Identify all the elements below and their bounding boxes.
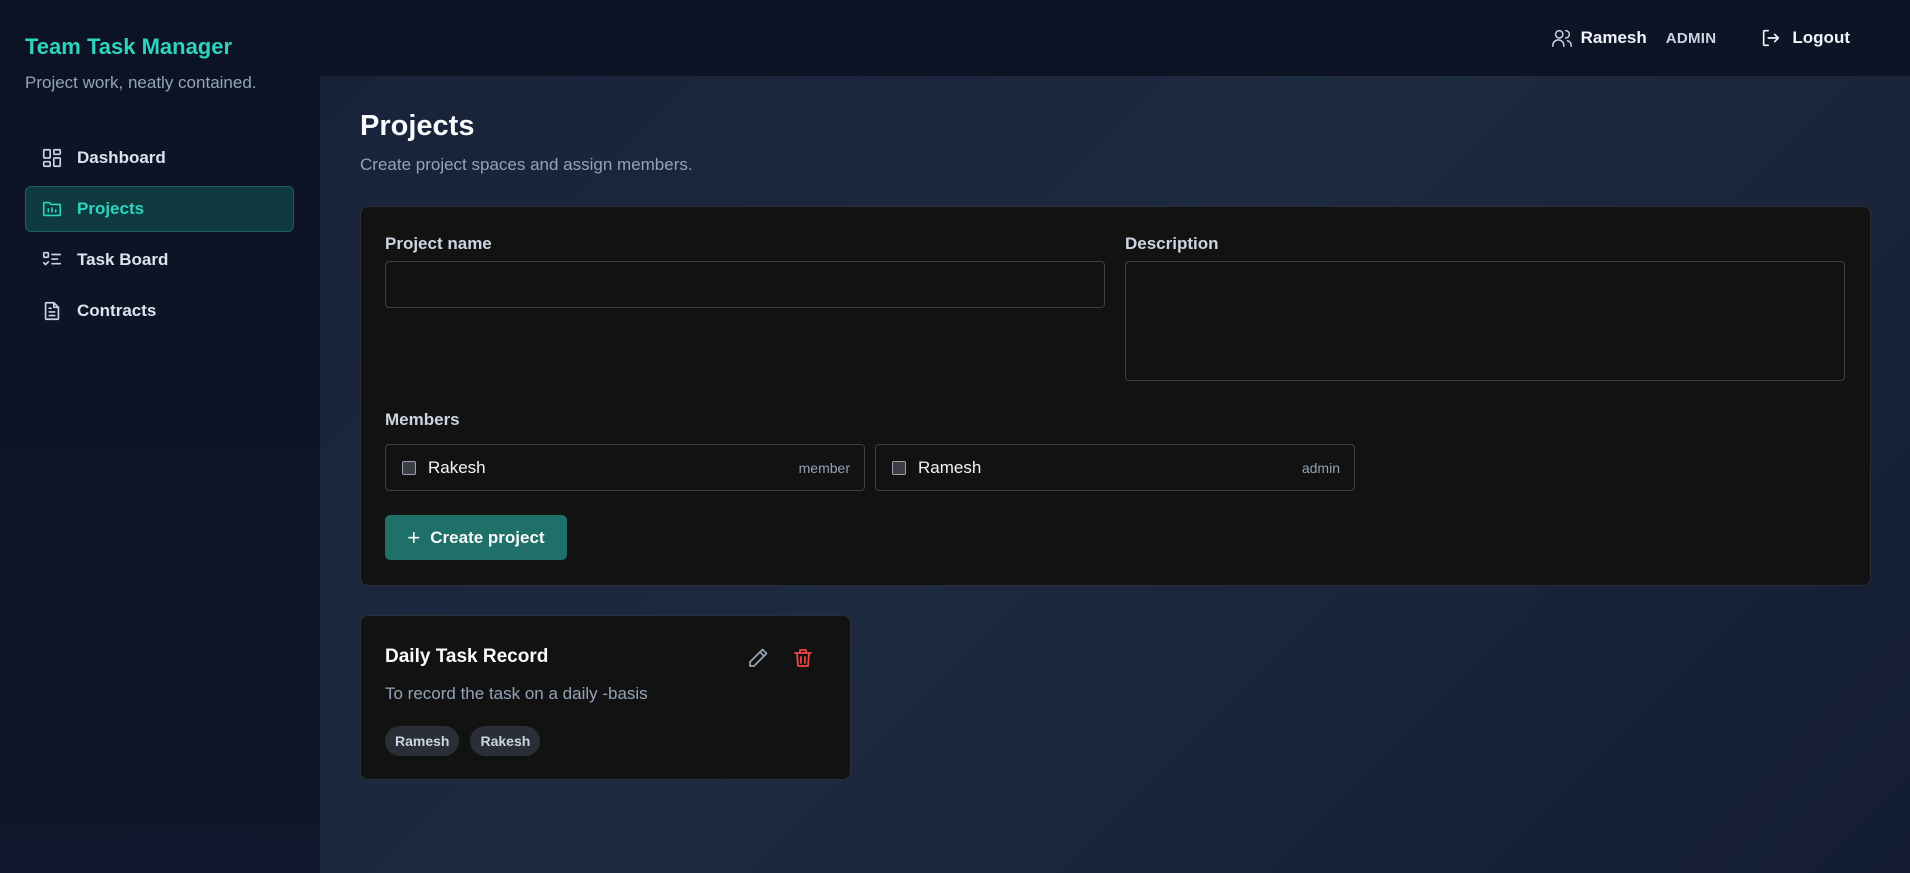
page-title: Projects	[360, 110, 475, 142]
app-subtitle: Project work, neatly contained.	[25, 73, 257, 92]
sidebar: Team Task Manager Project work, neatly c…	[0, 0, 320, 873]
create-project-button[interactable]: + Create project	[385, 515, 567, 560]
member-tag: Rakesh	[470, 726, 541, 756]
member-checkbox[interactable]	[402, 460, 416, 475]
sidebar-item-task-board[interactable]: Task Board	[25, 237, 294, 283]
user-area: Ramesh ADMIN Logout	[1551, 22, 1850, 54]
sidebar-item-label: Contracts	[77, 301, 157, 320]
project-card: Daily Task Record To record the task on …	[360, 615, 851, 780]
member-checkbox[interactable]	[892, 460, 906, 475]
page-subtitle: Create project spaces and assign members…	[360, 155, 693, 174]
document-icon	[41, 300, 63, 322]
description-label: Description	[1125, 234, 1219, 253]
sidebar-item-dashboard[interactable]: Dashboard	[25, 135, 294, 181]
description-textarea[interactable]	[1125, 261, 1845, 381]
member-tag: Ramesh	[385, 726, 460, 756]
trash-icon[interactable]	[791, 646, 815, 670]
logout-label: Logout	[1792, 28, 1850, 47]
plus-icon: +	[407, 524, 421, 550]
edit-icon[interactable]	[746, 646, 770, 670]
project-name-label: Project name	[385, 234, 492, 253]
project-description: To record the task on a daily -basis	[385, 684, 648, 703]
sidebar-item-label: Task Board	[77, 250, 169, 269]
members-label: Members	[385, 410, 460, 429]
project-member-tags: Ramesh Rakesh	[385, 726, 541, 756]
user-name: Ramesh	[1580, 28, 1647, 47]
create-project-form: Project name Description Members Rakesh …	[360, 206, 1871, 586]
member-name: Rakesh	[428, 457, 486, 477]
member-role: member	[798, 459, 850, 476]
main-content: Projects Create project spaces and assig…	[320, 76, 1910, 873]
member-option-rakesh[interactable]: Rakesh member	[385, 444, 865, 491]
app-title: Team Task Manager	[25, 34, 233, 59]
member-role: admin	[1301, 459, 1340, 476]
sidebar-nav: Dashboard Projects Task Board Contracts	[25, 135, 294, 339]
logout-icon	[1760, 27, 1782, 49]
task-list-icon	[41, 249, 63, 271]
dashboard-icon	[41, 147, 63, 169]
sidebar-item-contracts[interactable]: Contracts	[25, 288, 294, 334]
member-name: Ramesh	[918, 457, 982, 477]
sidebar-item-label: Projects	[77, 199, 145, 218]
sidebar-item-label: Dashboard	[77, 148, 166, 167]
create-project-label: Create project	[430, 527, 545, 547]
sidebar-item-projects[interactable]: Projects	[25, 186, 294, 232]
member-option-ramesh[interactable]: Ramesh admin	[875, 444, 1355, 491]
top-bar: Ramesh ADMIN Logout	[320, 0, 1910, 76]
project-title: Daily Task Record	[385, 646, 549, 667]
logout-button[interactable]: Logout	[1760, 27, 1850, 49]
folder-icon	[41, 198, 63, 220]
user-role-badge: ADMIN	[1665, 29, 1717, 47]
project-name-input[interactable]	[385, 261, 1105, 308]
users-icon	[1551, 27, 1573, 49]
